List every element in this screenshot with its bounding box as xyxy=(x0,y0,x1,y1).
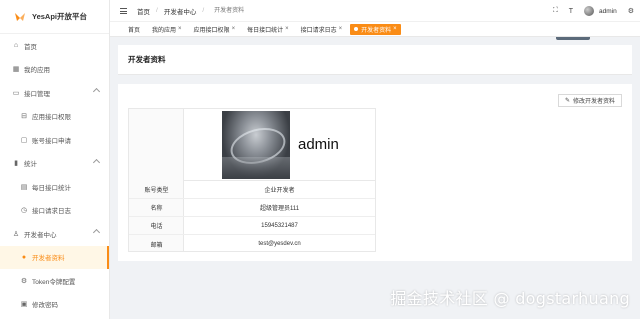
tab-label: 每日接口统计 xyxy=(247,27,284,34)
tab-label: 首页 xyxy=(128,27,141,34)
tab-label: 接口请求日志 xyxy=(300,27,337,34)
sidebar-item-label: 应用接口权限 xyxy=(32,114,71,122)
sidebar-item[interactable]: ● 开发者资料 xyxy=(0,245,109,269)
home-icon: ⌂ xyxy=(13,42,19,50)
tab-label: 应用接口权限 xyxy=(193,27,230,34)
profile-avatar-row: admin xyxy=(184,109,375,181)
profile-icon: ● xyxy=(21,253,27,261)
sidebar-item-label: 接口请求日志 xyxy=(32,208,71,216)
tab[interactable]: 每日接口统计 × xyxy=(243,23,293,35)
row-value: test@yesdev.cn xyxy=(258,241,301,247)
row-label: 名称 xyxy=(150,206,163,212)
row-value: 15945321487 xyxy=(261,222,298,229)
apply-icon: ▢ xyxy=(20,136,28,144)
chevron-up-icon xyxy=(92,87,101,96)
close-icon[interactable]: × xyxy=(232,26,236,32)
tab[interactable]: 我的应用 × xyxy=(148,23,186,35)
sidebar-item-label: 统计 xyxy=(24,161,37,169)
user-icon: ♙ xyxy=(12,230,20,238)
profile-image xyxy=(222,110,290,179)
page-header: 开发者资料 xyxy=(118,45,632,74)
sidebar-item[interactable]: ▢ 账号接口申请 xyxy=(0,128,109,152)
top-header: 首页 / 开发者中心 / ⛶ T admin ⚙ xyxy=(110,0,640,22)
tab-label: 开发者资料 xyxy=(361,27,392,34)
table-row: 邮箱 test@yesdev.cn xyxy=(129,235,375,253)
table-row: 名称 超级管理员111 xyxy=(129,199,375,217)
api-icon: ▭ xyxy=(12,89,20,97)
chart-icon: ▮ xyxy=(14,160,18,168)
logo[interactable]: YesApi开放平台 xyxy=(0,0,109,34)
sidebar: YesApi开放平台 ⌂ 首页 ▦ 我的应用 ▭ 接口管理 ⊟ 应用接口权限 ▢ 账号接口申请 ▮ 统… xyxy=(0,0,110,319)
breadcrumb-separator: / xyxy=(156,7,158,14)
sidebar-item[interactable]: ▮ 统计 xyxy=(0,152,109,176)
tab[interactable]: 应用接口权限 × xyxy=(189,23,240,35)
sidebar-item-label: 首页 xyxy=(24,43,37,51)
tab-label: 我的应用 xyxy=(152,27,177,34)
logo-icon xyxy=(15,12,25,21)
tab[interactable]: 首页 xyxy=(124,23,145,35)
sidebar-item-label: 修改密码 xyxy=(32,302,58,310)
sidebar-item[interactable]: ⚙ Token令牌配置 xyxy=(0,269,109,293)
tabs-bar: 首页 我的应用 × 应用接口权限 × 每日接口统计 × 接口请求日志 × 开发者资料 × xyxy=(110,22,640,37)
edit-profile-button[interactable]: ✎ 修改开发者资料 xyxy=(557,94,622,107)
sidebar-item[interactable]: ▣ 修改密码 xyxy=(0,293,109,317)
token-icon: ⚙ xyxy=(20,277,28,285)
breadcrumb-separator: / xyxy=(202,7,205,14)
sidebar-item-label: 每日接口统计 xyxy=(32,184,71,192)
chevron-up-icon xyxy=(92,228,101,237)
profile-table: admin 账号类型 企业开发者名称 超级管理员111 电话 15945321487 邮箱… xyxy=(128,108,376,252)
watermark: 掘金技术社区 @ dogstarhuang xyxy=(390,289,630,308)
sidebar-item-label: 开发者中心 xyxy=(24,231,57,239)
row-value: 企业开发者 xyxy=(264,188,295,194)
sidebar-item[interactable]: ♙ 开发者中心 xyxy=(0,222,109,246)
table-row: 电话 15945321487 xyxy=(129,217,375,235)
row-label: 账号类型 xyxy=(144,188,169,194)
sidebar-item[interactable]: ◷ 接口请求日志 xyxy=(0,199,109,223)
settings-icon[interactable]: ⚙ xyxy=(628,7,634,15)
chevron-up-icon xyxy=(92,158,101,166)
tab[interactable]: 接口请求日志 × xyxy=(296,23,347,35)
lock-icon: ▣ xyxy=(20,301,28,309)
app-title: YesApi开放平台 xyxy=(32,12,88,21)
app-icon: ▦ xyxy=(12,66,20,74)
close-icon[interactable]: × xyxy=(285,26,289,32)
user-name[interactable]: admin xyxy=(599,8,617,15)
breadcrumb-home[interactable]: 首页 xyxy=(137,6,150,16)
sidebar-item[interactable]: ⊟ 应用接口权限 xyxy=(0,105,109,129)
sidebar-menu: ⌂ 首页 ▦ 我的应用 ▭ 接口管理 ⊟ 应用接口权限 ▢ 账号接口申请 ▮ 统计 ▤ 每日接口统计 ◷ 接口… xyxy=(0,34,109,316)
page-title: 开发者资料 xyxy=(128,55,166,64)
sidebar-item-label: 账号接口申请 xyxy=(32,137,71,145)
profile-card: ✎ 修改开发者资料 admin 账号类型 企业开发者名称 超级管理员111 电话 159… xyxy=(118,84,632,261)
breadcrumb-dev-center[interactable]: 开发者中心 xyxy=(164,6,197,16)
active-dot-icon xyxy=(354,27,359,31)
sidebar-item-label: 我的应用 xyxy=(24,67,50,75)
edit-profile-label: 修改开发者资料 xyxy=(572,99,615,105)
sidebar-item-label: Token令牌配置 xyxy=(32,278,76,286)
sidebar-item-label: 接口管理 xyxy=(24,90,50,98)
row-label: 电话 xyxy=(150,224,163,230)
fullscreen-icon[interactable]: ⛶ xyxy=(553,7,558,15)
row-value: 超级管理员111 xyxy=(259,206,300,212)
sidebar-item[interactable]: ▤ 每日接口统计 xyxy=(0,175,109,199)
font-size-icon[interactable]: T xyxy=(569,8,573,15)
edit-icon: ✎ xyxy=(564,98,570,104)
menu-toggle-icon[interactable] xyxy=(120,7,127,14)
sidebar-item[interactable]: ▭ 接口管理 xyxy=(0,81,109,105)
close-icon[interactable]: × xyxy=(178,26,182,32)
sidebar-item[interactable]: ▦ 我的应用 xyxy=(0,58,109,82)
row-label: 邮箱 xyxy=(150,242,163,249)
close-icon[interactable]: × xyxy=(393,26,397,32)
permission-icon: ⊟ xyxy=(21,113,27,121)
breadcrumb-search-input[interactable] xyxy=(214,5,270,16)
tab[interactable]: 开发者资料 × xyxy=(350,23,401,35)
user-avatar[interactable] xyxy=(584,6,594,16)
sidebar-item-label: 开发者资料 xyxy=(32,255,65,263)
sidebar-item[interactable]: ⌂ 首页 xyxy=(0,34,109,58)
daily-stats-icon: ▤ xyxy=(20,183,28,191)
close-icon[interactable]: × xyxy=(339,26,343,32)
table-row: 账号类型 企业开发者 xyxy=(129,181,375,199)
clock-icon: ◷ xyxy=(20,207,28,215)
profile-name: admin xyxy=(298,136,339,153)
header-actions: ⛶ T admin ⚙ xyxy=(553,0,634,22)
